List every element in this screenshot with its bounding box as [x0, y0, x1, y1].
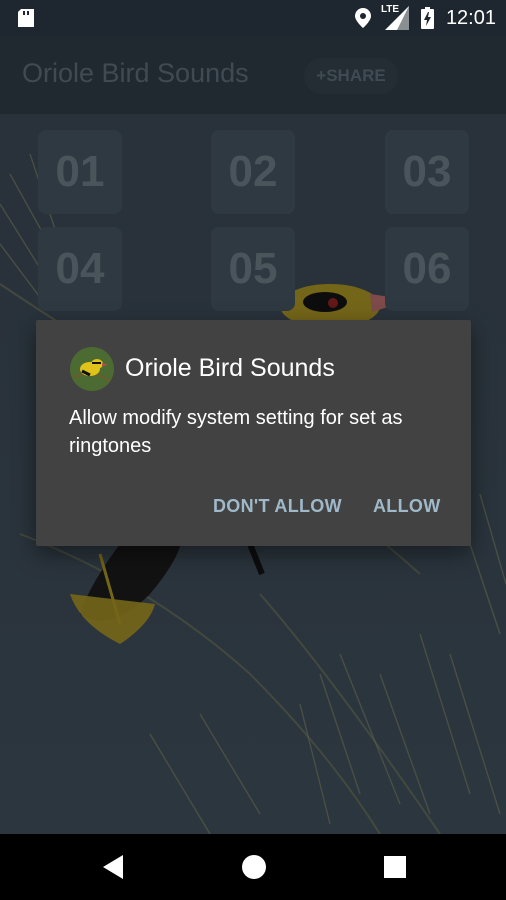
clock: 12:01 [445, 6, 496, 29]
app-icon [70, 347, 114, 391]
dont-allow-button[interactable]: DON'T ALLOW [213, 496, 342, 517]
back-icon[interactable] [101, 854, 127, 880]
battery-icon [420, 7, 434, 29]
recents-icon[interactable] [382, 854, 408, 880]
dialog-title: Oriole Bird Sounds [125, 354, 335, 382]
network-type-label: LTE [380, 4, 400, 15]
location-icon [354, 8, 371, 28]
status-bar: LTE 12:01 [0, 0, 506, 36]
sd-card-icon [18, 9, 34, 27]
dialog-message: Allow modify system setting for set as r… [69, 407, 403, 457]
navigation-bar [0, 834, 506, 900]
permission-dialog: Oriole Bird Sounds Allow modify system s… [36, 320, 471, 546]
signal-icon: LTE [380, 4, 409, 30]
allow-button[interactable]: ALLOW [373, 496, 440, 517]
home-icon[interactable] [241, 854, 267, 880]
